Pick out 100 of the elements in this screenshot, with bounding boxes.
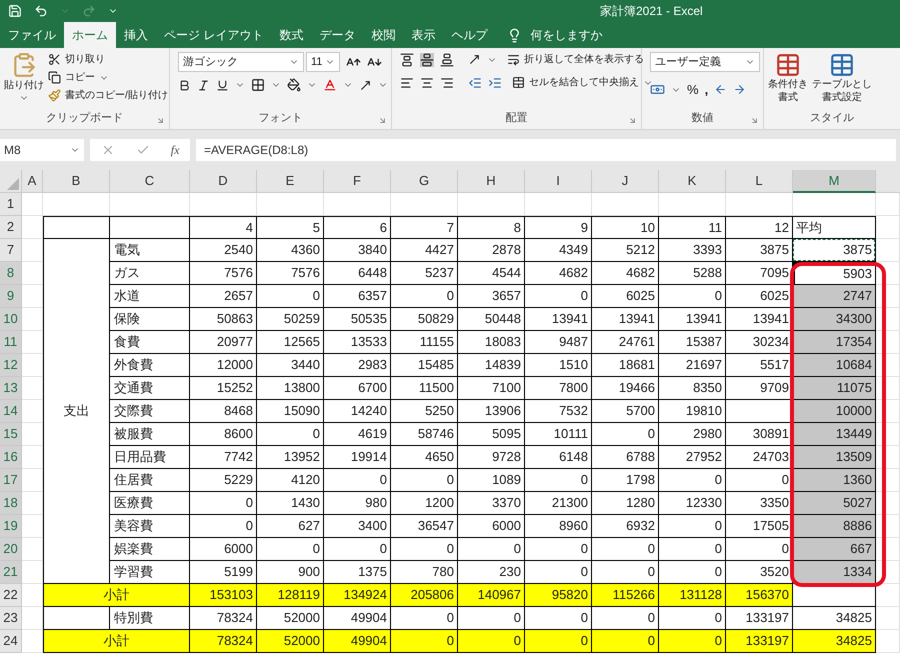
row-header[interactable]: 8 — [0, 262, 22, 285]
column-header[interactable]: J — [592, 170, 659, 193]
amount-cell: 5095 — [458, 423, 525, 446]
row-header[interactable]: 11 — [0, 331, 22, 354]
merge-center-button[interactable]: セルを結合して中央揃え — [512, 75, 653, 90]
row-header[interactable]: 10 — [0, 308, 22, 331]
dialog-launcher-icon[interactable] — [156, 116, 165, 125]
column-header[interactable]: H — [458, 170, 525, 193]
row-header[interactable]: 14 — [0, 400, 22, 423]
ribbon-tab[interactable]: ホーム — [64, 22, 116, 48]
ribbon-tab[interactable]: 挿入 — [116, 22, 156, 48]
decrease-indent-icon[interactable] — [468, 76, 482, 90]
cut-button[interactable]: 切り取り — [48, 52, 168, 67]
amount-cell: 6000 — [190, 538, 257, 561]
save-icon[interactable] — [8, 4, 22, 18]
italic-icon[interactable] — [197, 78, 210, 92]
increase-decimal-icon[interactable] — [714, 83, 728, 96]
align-middle-icon[interactable] — [420, 52, 434, 66]
borders-icon[interactable] — [251, 78, 265, 92]
amount-cell: 0 — [659, 515, 726, 538]
row-header[interactable]: 22 — [0, 584, 22, 607]
column-header[interactable]: D — [190, 170, 257, 193]
undo-icon[interactable] — [34, 4, 48, 18]
align-left-icon[interactable] — [400, 76, 414, 90]
align-right-icon[interactable] — [440, 76, 454, 90]
column-header[interactable]: E — [257, 170, 324, 193]
row-header[interactable]: 19 — [0, 515, 22, 538]
font-size-field[interactable]: 11 — [306, 52, 340, 72]
amount-cell: 4544 — [458, 262, 525, 285]
column-header[interactable]: I — [525, 170, 592, 193]
empty-cell — [22, 216, 43, 239]
insert-function-button[interactable]: fx — [170, 141, 180, 159]
font-name-field[interactable]: 游ゴシック — [178, 52, 304, 72]
row-header[interactable]: 24 — [0, 630, 22, 653]
amount-cell: 133197 — [726, 607, 793, 630]
ribbon-tab[interactable]: 表示 — [403, 22, 444, 48]
percent-button[interactable]: % — [687, 80, 699, 100]
amount-cell: 6932 — [592, 515, 659, 538]
row-header[interactable]: 23 — [0, 607, 22, 630]
column-header[interactable]: B — [43, 170, 110, 193]
amount-cell: 1280 — [592, 492, 659, 515]
formula-field[interactable]: =AVERAGE(D8:L8) — [196, 139, 896, 161]
amount-cell: 780 — [391, 561, 458, 584]
row-header[interactable]: 20 — [0, 538, 22, 561]
row-header[interactable]: 17 — [0, 469, 22, 492]
ribbon-tab[interactable]: 数式 — [271, 22, 312, 48]
amount-cell: 20977 — [190, 331, 257, 354]
column-header[interactable]: F — [324, 170, 391, 193]
orientation-icon[interactable] — [468, 53, 481, 66]
wrap-text-button[interactable]: 折り返して全体を表示する — [507, 52, 644, 67]
amount-cell: 0 — [458, 538, 525, 561]
amount-cell: 0 — [458, 607, 525, 630]
ribbon-tab[interactable]: 校閲 — [363, 22, 404, 48]
column-header[interactable]: A — [22, 170, 43, 193]
amount-cell: 49904 — [324, 630, 391, 653]
ribbon-tab[interactable]: ファイル — [0, 22, 64, 48]
comma-button[interactable]: , — [704, 80, 708, 100]
row-header[interactable]: 15 — [0, 423, 22, 446]
ribbon-tab[interactable]: データ — [311, 22, 364, 48]
amount-cell: 15485 — [391, 354, 458, 377]
bold-icon[interactable] — [178, 78, 191, 92]
ribbon-tab[interactable]: ヘルプ — [443, 22, 496, 48]
row-header[interactable]: 2 — [0, 216, 22, 239]
font-color-icon[interactable] — [323, 78, 337, 92]
number-format-field[interactable]: ユーザー定義 — [650, 52, 760, 72]
copy-button[interactable]: コピー — [48, 70, 168, 85]
name-box[interactable]: M8 — [0, 139, 84, 161]
column-header[interactable]: C — [110, 170, 190, 193]
conditional-format-button[interactable]: 条件付き 書式 — [768, 52, 808, 110]
row-header[interactable]: 7 — [0, 239, 22, 262]
row-header[interactable]: 9 — [0, 285, 22, 308]
row-header[interactable]: 16 — [0, 446, 22, 469]
amount-cell: 0 — [391, 469, 458, 492]
dialog-launcher-icon[interactable] — [378, 116, 387, 125]
column-header[interactable]: L — [726, 170, 793, 193]
format-as-table-button[interactable]: テーブルとし 書式設定 — [812, 52, 872, 110]
row-header[interactable]: 12 — [0, 354, 22, 377]
format-painter-button[interactable]: 書式のコピー/貼り付け — [48, 88, 168, 103]
align-center-icon[interactable] — [420, 76, 434, 90]
row-header[interactable]: 13 — [0, 377, 22, 400]
text-orientation-icon[interactable] — [359, 78, 372, 92]
column-header[interactable]: M — [793, 170, 876, 193]
column-header[interactable]: G — [391, 170, 458, 193]
increase-indent-icon[interactable] — [488, 76, 502, 90]
tell-me-field[interactable]: 何をしますか — [530, 26, 602, 44]
dialog-launcher-icon[interactable] — [628, 116, 637, 125]
align-top-icon[interactable] — [400, 52, 414, 66]
ribbon-tab[interactable]: ページ レイアウト — [156, 22, 272, 48]
amount-cell: 6700 — [324, 377, 391, 400]
column-header[interactable]: K — [659, 170, 726, 193]
align-bottom-icon[interactable] — [440, 52, 454, 66]
decrease-decimal-icon[interactable] — [733, 83, 746, 96]
row-header[interactable]: 18 — [0, 492, 22, 515]
row-header[interactable]: 1 — [0, 193, 22, 216]
dialog-launcher-icon[interactable] — [750, 116, 759, 125]
amount-cell: 12000 — [190, 354, 257, 377]
paste-button[interactable]: 貼り付け — [4, 52, 44, 110]
underline-icon[interactable] — [216, 78, 229, 92]
fill-color-icon[interactable] — [287, 78, 301, 92]
row-header[interactable]: 21 — [0, 561, 22, 584]
